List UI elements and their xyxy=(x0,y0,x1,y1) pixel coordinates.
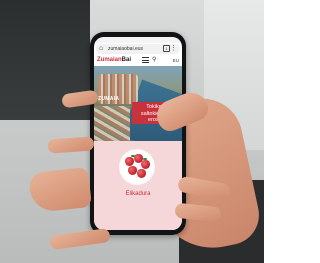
hero-town-lower xyxy=(94,106,130,141)
browser-address-bar[interactable]: ⌂ zumaiaobai.eus 1 ⋮ xyxy=(96,44,180,54)
category-label: Elikadura xyxy=(125,191,151,197)
url-text[interactable]: zumaiaobai.eus xyxy=(108,45,143,53)
home-icon[interactable]: ⌂ xyxy=(99,45,105,52)
hero-place-label: ZUMAIA xyxy=(98,96,120,102)
hamburger-menu-icon[interactable] xyxy=(142,57,149,63)
logo-accent-text: Bai xyxy=(121,57,132,63)
search-icon[interactable]: ⚲ xyxy=(152,57,156,64)
status-bar xyxy=(94,37,182,43)
strawberry-icon xyxy=(141,160,150,169)
strawberry-icon xyxy=(137,169,146,178)
phone-screen: ⌂ zumaiaobai.eus 1 ⋮ ZumaianBai ⚲ EU ZUM… xyxy=(94,37,182,230)
left-finger-2 xyxy=(47,136,95,154)
strawberry-icon xyxy=(128,166,137,175)
leaf-icon xyxy=(143,158,147,160)
smartphone: ⌂ zumaiaobai.eus 1 ⋮ ZumaianBai ⚲ EU ZUM… xyxy=(90,32,186,235)
leaf-icon xyxy=(131,155,135,157)
site-logo[interactable]: ZumaianBai xyxy=(97,56,131,65)
category-card-elikadura[interactable]: Elikadura xyxy=(94,141,182,230)
left-palm xyxy=(28,166,92,214)
strawberry-bowl-image xyxy=(119,149,155,185)
language-selector[interactable]: EU xyxy=(173,57,179,64)
photo-scene: ⌂ zumaiaobai.eus 1 ⋮ ZumaianBai ⚲ EU ZUM… xyxy=(0,0,264,263)
site-header: ZumaianBai ⚲ EU xyxy=(94,55,182,66)
logo-main-text: Zumaian xyxy=(97,57,122,63)
tabs-icon[interactable]: 1 xyxy=(163,45,170,52)
strawberry-icon xyxy=(125,157,134,166)
left-finger-3 xyxy=(49,227,111,251)
more-vert-icon[interactable]: ⋮ xyxy=(170,44,177,54)
